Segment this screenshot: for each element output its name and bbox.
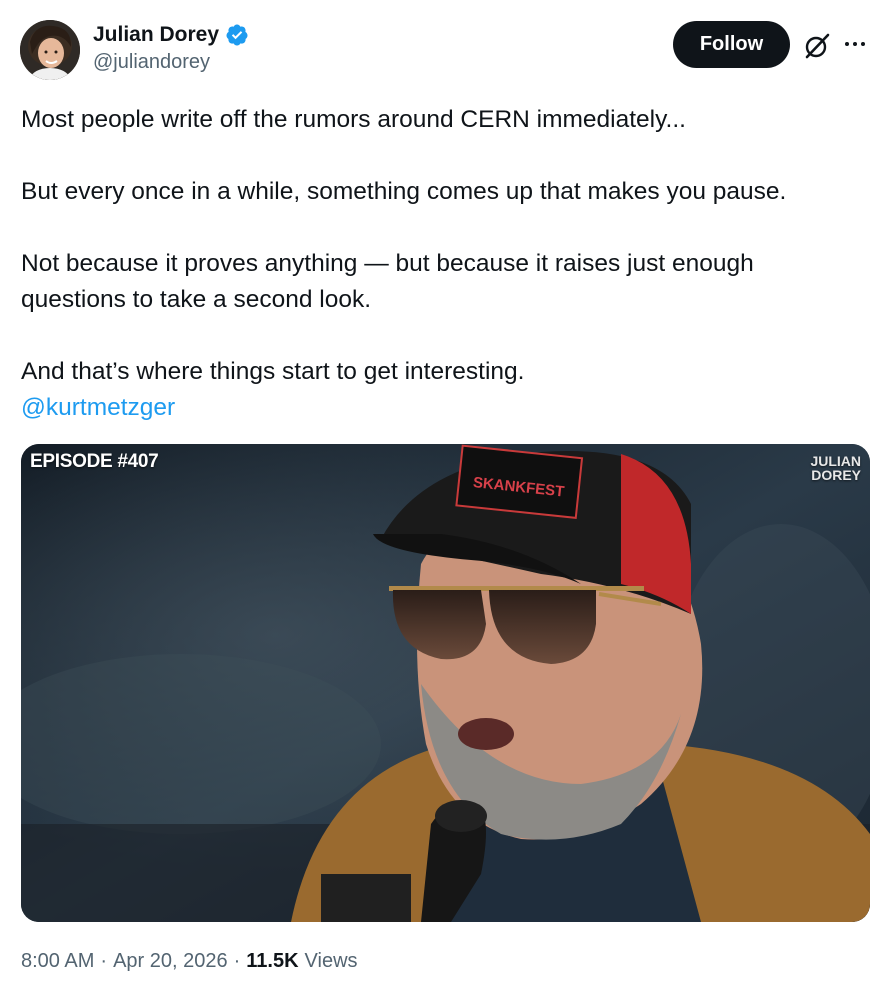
video-thumbnail[interactable]: SKANKFEST EPISODE #407 JULIAN DOREY xyxy=(21,444,870,922)
tweet-paragraph: But every once in a while, something com… xyxy=(21,178,787,205)
avatar-image xyxy=(20,20,80,80)
tweet-meta: 8:00 AM · Apr 20, 2026 · 11.5K Views xyxy=(21,950,358,973)
author-name[interactable]: Julian Dorey xyxy=(93,23,219,47)
verified-badge-icon xyxy=(226,24,248,46)
grok-icon[interactable] xyxy=(803,32,831,60)
mention-link[interactable]: @kurtmetzger xyxy=(21,390,861,426)
tweet-paragraph: Not because it proves anything — but bec… xyxy=(21,250,754,313)
tweet-paragraph: And that’s where things start to get int… xyxy=(21,358,525,385)
tweet-date[interactable]: Apr 20, 2026 xyxy=(113,950,228,973)
meta-separator: · xyxy=(233,950,241,972)
channel-watermark-line: DOREY xyxy=(811,467,861,483)
tweet-time[interactable]: 8:00 AM xyxy=(21,950,94,973)
follow-button[interactable]: Follow xyxy=(673,21,790,68)
tweet-text: Most people write off the rumors around … xyxy=(21,102,861,426)
video-frame-image: SKANKFEST xyxy=(21,444,870,922)
author-info: Julian Dorey @juliandorey xyxy=(93,23,249,74)
views-label: Views xyxy=(304,950,358,972)
author-handle[interactable]: @juliandorey xyxy=(93,51,249,74)
tweet-header: Julian Dorey @juliandorey Follow xyxy=(20,20,865,82)
meta-separator: · xyxy=(100,950,108,972)
views-count[interactable]: 11.5K xyxy=(246,950,298,973)
channel-watermark: JULIAN DOREY xyxy=(810,454,861,482)
channel-watermark-line: JULIAN xyxy=(810,453,861,469)
more-icon[interactable] xyxy=(841,30,869,58)
episode-label: EPISODE #407 xyxy=(30,451,159,472)
tweet-paragraph: Most people write off the rumors around … xyxy=(21,106,686,133)
avatar[interactable] xyxy=(20,20,80,80)
